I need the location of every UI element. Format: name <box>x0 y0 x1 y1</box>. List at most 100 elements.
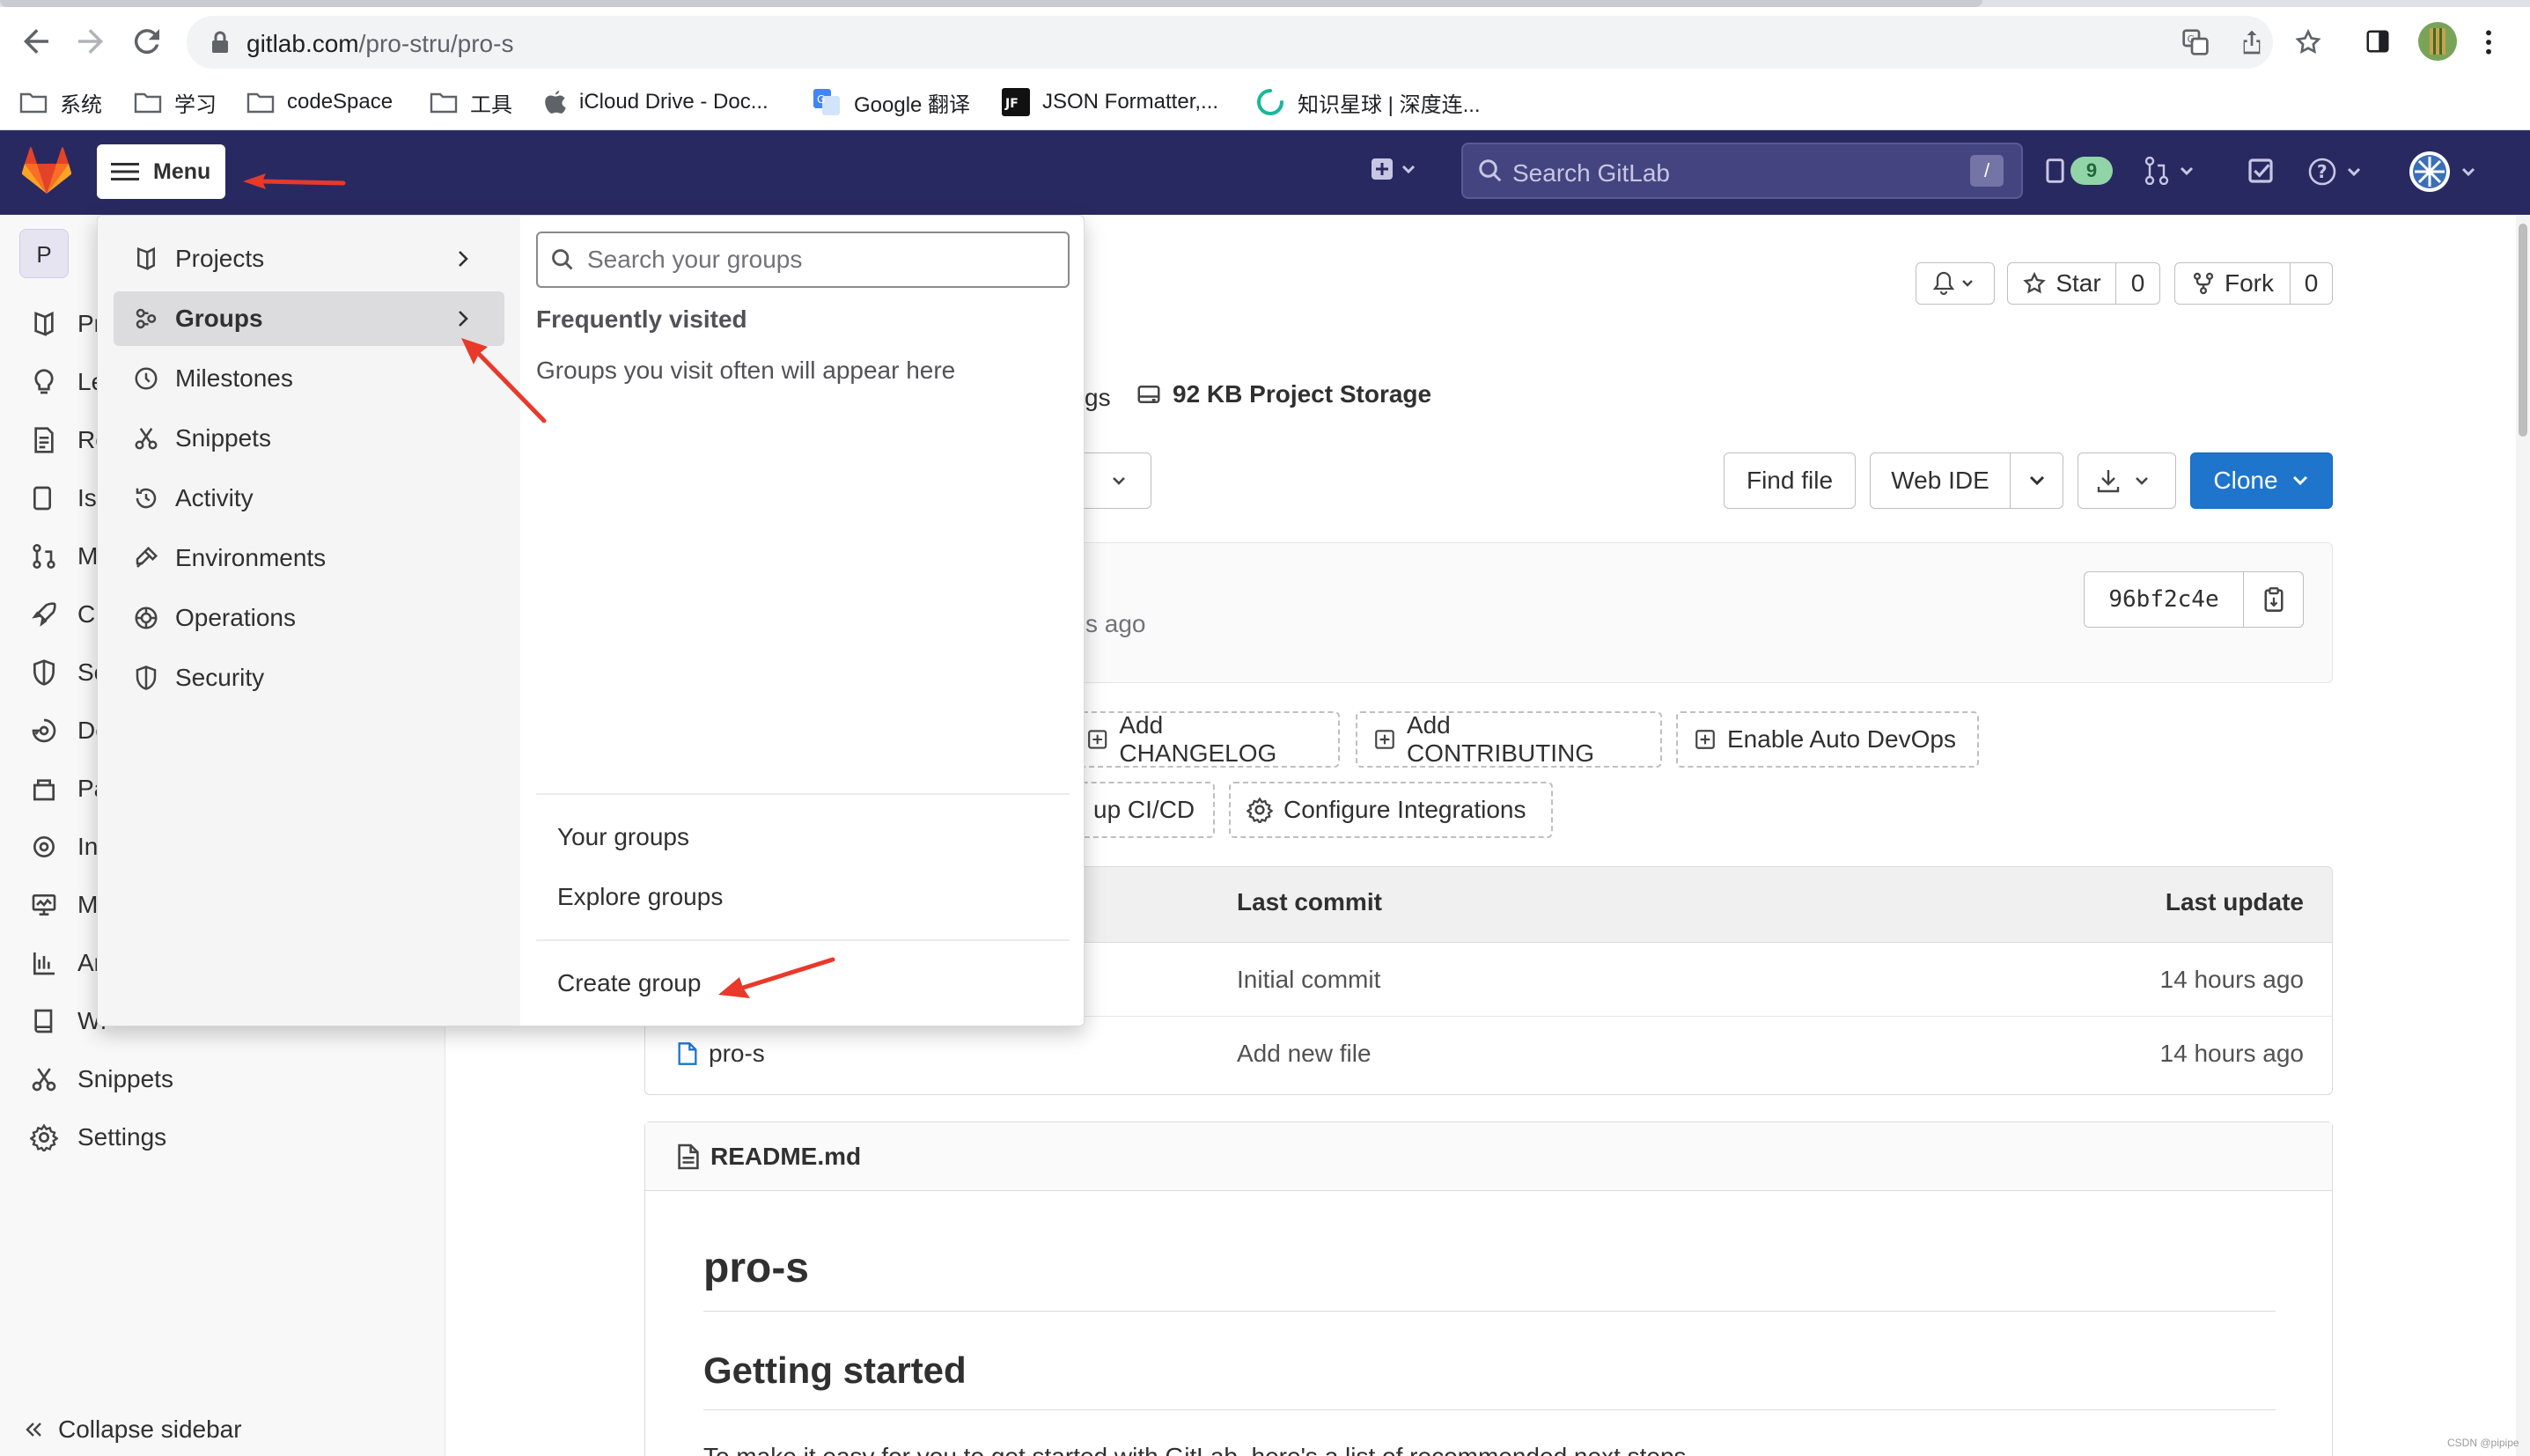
menu-item-projects[interactable]: Projects <box>114 232 504 286</box>
snippet-icon <box>32 1068 56 1092</box>
fork-button[interactable]: Fork 0 <box>2174 262 2333 305</box>
menu-button[interactable]: Menu <box>97 144 225 199</box>
bookmark-item[interactable]: 学习 <box>134 85 217 120</box>
merge-request-icon <box>33 544 55 569</box>
your-groups-link[interactable]: Your groups <box>557 823 689 851</box>
back-icon[interactable] <box>18 23 55 60</box>
project-storage-stat[interactable]: 92 KB Project Storage <box>1136 380 1431 408</box>
issues-icon[interactable] <box>2044 157 2070 185</box>
bookmark-item[interactable]: 知识星球 | 深度连... <box>1255 85 1481 120</box>
hamburger-icon <box>111 163 139 180</box>
settings-icon <box>1247 797 1273 823</box>
shield-icon <box>136 665 157 690</box>
clone-dropdown[interactable]: Clone <box>2190 452 2333 509</box>
browser-menu-icon[interactable] <box>2482 28 2495 56</box>
copy-sha-button[interactable] <box>2244 571 2304 628</box>
search-shortcut-key: / <box>1970 155 2004 187</box>
menu-item-milestones[interactable]: Milestones <box>114 351 504 406</box>
menu-item-activity[interactable]: Activity <box>114 471 504 526</box>
create-new-icon[interactable] <box>1370 155 1419 185</box>
bookmark-item[interactable]: JF JSON Formatter,... <box>1002 85 1218 120</box>
forward-icon[interactable] <box>72 23 109 60</box>
reload-icon[interactable] <box>129 23 165 60</box>
create-group-link[interactable]: Create group <box>557 969 701 997</box>
commit-age-fragment: s ago <box>1085 610 1146 637</box>
sidebar-item-infrastructure[interactable]: Inf <box>30 822 105 871</box>
bookmark-item[interactable]: 工具 <box>430 85 512 120</box>
sidebar-item-merge-requests[interactable]: M <box>30 532 98 581</box>
table-row[interactable]: pro-s Add new file 14 hours ago <box>645 1017 2332 1091</box>
readme-title: pro-s <box>703 1245 809 1291</box>
snippet-icon <box>135 428 158 450</box>
profile-avatar[interactable] <box>2417 21 2458 62</box>
sidebar-item-snippets[interactable]: Snippets <box>30 1055 173 1104</box>
web-ide-button[interactable]: Web IDE <box>1871 453 2010 508</box>
svg-text:G: G <box>817 93 825 106</box>
readme-header[interactable]: README.md <box>645 1122 2332 1191</box>
annotation-arrow-menu <box>243 173 346 189</box>
sidebar-item-packages[interactable]: Pa <box>30 764 107 813</box>
search-groups-input[interactable]: Search your groups <box>536 232 1070 288</box>
notifications-dropdown[interactable] <box>1916 262 1995 305</box>
add-changelog-button[interactable]: Add CHANGELOG <box>1069 711 1340 768</box>
divider <box>703 1311 2276 1312</box>
sidebar-item-monitor[interactable]: M <box>30 880 98 930</box>
deployments-icon <box>32 718 56 743</box>
commit-message[interactable]: Add new file <box>1237 1040 1372 1068</box>
issues-icon <box>33 486 51 511</box>
search-gitlab-input[interactable]: Search GitLab / <box>1461 143 2023 199</box>
fork-count[interactable]: 0 <box>2290 263 2332 304</box>
side-panel-icon[interactable] <box>2365 28 2391 55</box>
web-ide-button-group[interactable]: Web IDE <box>1870 452 2063 509</box>
browser-tab-strip <box>0 0 2530 7</box>
star-count[interactable]: 0 <box>2115 263 2159 304</box>
sidebar-item-wiki[interactable]: Wi <box>30 996 107 1046</box>
translate-page-icon[interactable]: G <box>2181 28 2210 56</box>
menu-item-environments[interactable]: Environments <box>114 531 504 585</box>
enable-auto-devops-button[interactable]: Enable Auto DevOps <box>1676 711 1979 768</box>
menu-item-operations[interactable]: Operations <box>114 591 504 645</box>
sidebar-item-settings[interactable]: Settings <box>30 1113 166 1162</box>
issues-count-badge[interactable]: 9 <box>2070 157 2113 185</box>
sidebar-item-project[interactable]: Pr <box>30 299 102 349</box>
help-icon[interactable]: ? <box>2308 157 2365 187</box>
share-icon[interactable] <box>2238 28 2266 56</box>
sidebar-item-cicd[interactable]: CI <box>30 590 102 639</box>
bookmark-item[interactable]: 系统 <box>19 85 102 120</box>
environment-icon <box>136 546 158 568</box>
bookmark-item[interactable]: G Google 翻译 <box>812 85 970 120</box>
project-avatar[interactable]: P <box>19 229 69 278</box>
collapse-sidebar-button[interactable]: Collapse sidebar <box>25 1416 242 1444</box>
lock-icon[interactable] <box>210 30 231 55</box>
commit-sha[interactable]: 96bf2c4e <box>2084 571 2244 628</box>
merge-requests-icon[interactable] <box>2144 157 2197 185</box>
commit-message[interactable]: Initial commit <box>1237 966 1380 994</box>
star-button[interactable]: Star 0 <box>2007 262 2160 305</box>
menu-item-snippets[interactable]: Snippets <box>114 411 504 466</box>
bookmark-item[interactable]: iCloud Drive - Doc... <box>544 85 769 120</box>
web-ide-dropdown[interactable] <box>2010 453 2063 508</box>
download-dropdown[interactable] <box>2078 452 2176 509</box>
monitor-icon <box>32 893 56 916</box>
bookmark-item[interactable]: codeSpace <box>246 85 393 120</box>
active-tab[interactable] <box>0 0 1982 7</box>
todos-icon[interactable] <box>2247 157 2275 185</box>
gitlab-logo-icon[interactable] <box>21 146 72 195</box>
menu-item-security[interactable]: Security <box>114 651 504 705</box>
sidebar-item-learn[interactable]: Le <box>30 357 105 407</box>
scrollbar-thumb[interactable] <box>2519 224 2527 437</box>
stats-fragment[interactable]: gs <box>1085 384 1111 412</box>
address-bar[interactable]: gitlab.com/pro-stru/pro-s <box>187 16 2273 69</box>
add-contributing-button[interactable]: Add CONTRIBUTING <box>1356 711 1662 768</box>
bookmark-star-icon[interactable] <box>2294 28 2322 56</box>
find-file-button[interactable]: Find file <box>1724 452 1856 509</box>
configure-integrations-button[interactable]: Configure Integrations <box>1229 782 1553 838</box>
explore-groups-link[interactable]: Explore groups <box>557 883 723 911</box>
annotation-arrow-create-group <box>718 957 835 998</box>
menu-item-groups[interactable]: Groups <box>114 291 504 346</box>
sidebar-item-analytics[interactable]: Ar <box>30 938 102 988</box>
page-scrollbar[interactable] <box>2516 215 2530 1456</box>
sidebar-item-security[interactable]: Se <box>30 648 107 697</box>
file-link[interactable]: pro-s <box>677 1040 765 1068</box>
user-avatar-icon[interactable] <box>2409 150 2482 194</box>
